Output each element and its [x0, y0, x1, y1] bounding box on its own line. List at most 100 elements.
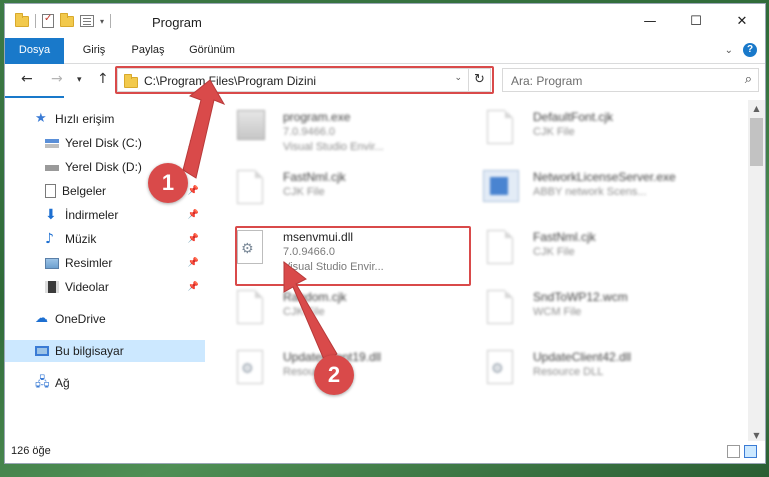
file-name: Random.cjk	[283, 290, 347, 304]
sidebar-item-pictures[interactable]: Resimler 📌	[5, 252, 205, 274]
file-name: SndToWP12.wcm	[533, 290, 628, 304]
pin-icon[interactable]: 📌	[188, 186, 199, 196]
scroll-up-icon[interactable]: ▲	[748, 100, 765, 117]
sidebar-item-music[interactable]: ♪ Müzik 📌	[5, 228, 205, 250]
file-item[interactable]: SndToWP12.wcm WCM File	[461, 284, 701, 344]
pin-icon[interactable]: 📌	[188, 138, 199, 148]
step-2-badge: 2	[314, 355, 354, 395]
sidebar-item-onedrive[interactable]: ☁ OneDrive	[5, 308, 205, 330]
address-path[interactable]: C:\Program Files\Program Dizini	[144, 74, 316, 88]
network-icon: 🖧	[35, 375, 50, 390]
sidebar-item-quick-access[interactable]: ★ Hızlı erişim	[5, 108, 205, 130]
tab-view[interactable]: Görünüm	[181, 38, 243, 63]
address-bar[interactable]: C:\Program Files\Program Dizini ⌄ ↻	[117, 68, 491, 92]
file-item[interactable]: program.exe 7.0.9466.0 Visual Studio Env…	[211, 104, 451, 164]
vertical-scrollbar[interactable]: ▲ ▼	[748, 100, 765, 444]
close-button[interactable]: ✕	[719, 4, 765, 38]
toolbar-separator	[110, 14, 112, 28]
file-name: program.exe	[283, 110, 351, 124]
file-item-msenvmui[interactable]: msenvmui.dll 7.0.9466.0 Visual Studio En…	[211, 224, 451, 284]
recent-locations-icon[interactable]: ▾	[77, 75, 82, 85]
disk-icon	[45, 160, 59, 174]
exe-icon	[237, 110, 265, 140]
pin-icon[interactable]: 📌	[188, 210, 199, 220]
file-item[interactable]: Random.cjk CJK File	[211, 284, 451, 344]
tiles-view-icon[interactable]	[744, 445, 757, 458]
view-toggle	[727, 445, 757, 458]
file-list: program.exe 7.0.9466.0 Visual Studio Env…	[211, 100, 741, 430]
sidebar-item-label: Yerel Disk (C:)	[65, 136, 142, 150]
folder-icon	[15, 12, 29, 27]
sidebar-item-label: Hızlı erişim	[55, 112, 115, 126]
file-type: Resource DLL	[533, 366, 604, 378]
folder-icon	[124, 74, 138, 88]
sidebar-item-label: Ağ	[55, 376, 70, 390]
sidebar-item-label: Resimler	[65, 256, 113, 270]
back-arrow-icon[interactable]: ←	[21, 71, 33, 87]
file-icon	[487, 110, 513, 144]
quick-access-toolbar: ▾	[15, 12, 112, 28]
details-view-icon[interactable]	[727, 445, 740, 458]
minimize-button[interactable]: —	[627, 4, 673, 38]
sidebar-item-label: OneDrive	[55, 312, 106, 326]
file-name: FastNml.cjk	[283, 170, 346, 184]
pin-icon[interactable]: 📌	[188, 282, 199, 292]
search-box[interactable]: Ara: Program ⌕	[502, 68, 759, 92]
file-item[interactable]: NetworkLicenseServer.exe ABBY network Sc…	[461, 164, 701, 224]
computer-icon	[35, 346, 49, 356]
scroll-thumb[interactable]	[750, 118, 763, 166]
file-icon	[237, 170, 263, 204]
file-item[interactable]: DefaultFont.cjk CJK File	[461, 104, 701, 164]
file-version: 7.0.9466.0	[283, 126, 335, 138]
sidebar-item-label: Belgeler	[62, 184, 107, 198]
new-folder-icon[interactable]	[60, 12, 74, 27]
window-title: Program	[152, 15, 202, 30]
navigation-bar: ← → ▾ ↑ C:\Program Files\Program Dizini …	[5, 64, 765, 96]
dll-icon	[487, 350, 513, 384]
sidebar-item-label: İndirmeler	[65, 208, 119, 222]
file-icon	[237, 290, 263, 324]
sidebar-item-network[interactable]: 🖧 Ağ	[5, 372, 205, 394]
download-icon: ⬇	[45, 207, 57, 223]
file-name: msenvmui.dll	[283, 230, 354, 244]
file-description: Visual Studio Envir...	[283, 141, 384, 153]
refresh-icon[interactable]: ↻	[468, 69, 490, 91]
search-icon[interactable]: ⌕	[745, 72, 752, 87]
maximize-button[interactable]: ☐	[673, 4, 719, 38]
tab-home[interactable]: Giriş	[70, 38, 118, 63]
forward-arrow-icon[interactable]: →	[51, 71, 63, 87]
search-input[interactable]: Ara: Program	[511, 74, 582, 88]
pin-icon[interactable]: 📌	[188, 162, 199, 172]
sidebar-item-this-pc[interactable]: Bu bilgisayar	[5, 340, 205, 362]
file-description: Visual Studio Envir...	[283, 261, 384, 273]
tab-share[interactable]: Paylaş	[122, 38, 174, 63]
sidebar-item-disk-c[interactable]: Yerel Disk (C:) 📌	[5, 132, 205, 154]
pin-icon[interactable]: 📌	[188, 234, 199, 244]
ribbon-right: ⌄ ?	[725, 43, 757, 57]
up-arrow-icon[interactable]: ↑	[97, 71, 109, 87]
file-icon	[487, 230, 513, 264]
file-name: DefaultFont.cjk	[533, 110, 614, 124]
file-version: 7.0.9466.0	[283, 246, 335, 258]
view-icon[interactable]	[80, 15, 94, 27]
properties-icon[interactable]	[42, 13, 54, 28]
file-name: NetworkLicenseServer.exe	[533, 170, 676, 184]
sidebar-item-downloads[interactable]: ⬇ İndirmeler 📌	[5, 204, 205, 226]
file-item[interactable]: FastNml.cjk CJK File	[461, 224, 701, 284]
customize-toolbar-icon[interactable]: ▾	[100, 17, 104, 26]
window-controls: — ☐ ✕	[627, 4, 765, 38]
address-dropdown-icon[interactable]: ⌄	[454, 73, 462, 83]
file-item[interactable]: UpdateClient42.dll Resource DLL	[461, 344, 701, 404]
file-type: CJK File	[533, 126, 575, 138]
app-icon	[483, 170, 519, 202]
file-type: CJK File	[283, 306, 325, 318]
expand-ribbon-icon[interactable]: ⌄	[725, 45, 733, 56]
help-icon[interactable]: ?	[743, 43, 757, 57]
cloud-icon: ☁	[35, 311, 48, 326]
file-item[interactable]: FastNml.cjk CJK File	[211, 164, 451, 224]
sidebar-item-videos[interactable]: Videolar 📌	[5, 276, 205, 298]
sidebar-item-label: Bu bilgisayar	[55, 344, 124, 358]
pin-icon[interactable]: 📌	[188, 258, 199, 268]
item-count: 126 öğe	[11, 445, 51, 457]
dll-icon	[237, 350, 263, 384]
